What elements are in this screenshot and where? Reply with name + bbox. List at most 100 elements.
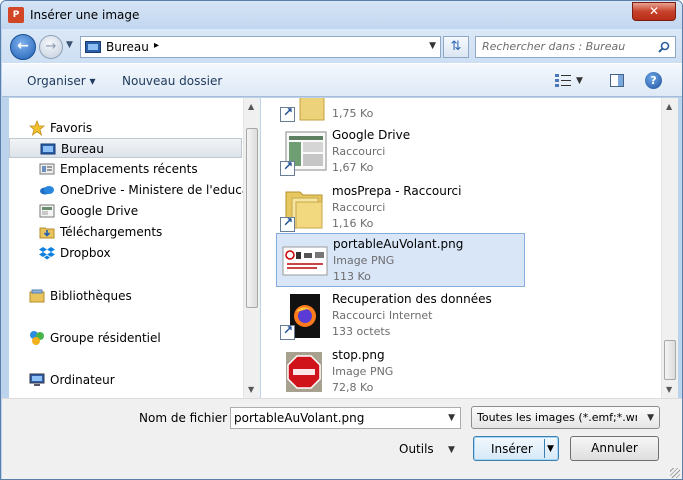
forward-button[interactable]: → — [39, 35, 63, 59]
nav-item-label: OneDrive - Ministere de l'education — [60, 183, 260, 197]
file-size: 1,16 Ko — [332, 217, 374, 230]
shortcut-arrow-icon — [280, 105, 295, 122]
scroll-down-arrow-icon[interactable]: ▼ — [248, 385, 254, 394]
file-type: Image PNG — [333, 254, 395, 267]
file-item[interactable]: Google Drive Raccourci 1,67 Ko — [276, 125, 525, 179]
computer-icon — [29, 373, 45, 386]
search-icon[interactable] — [658, 41, 670, 53]
file-size: 72,8 Ko — [332, 381, 374, 394]
nav-computer-label: Ordinateur — [50, 373, 115, 387]
nav-item-dropbox[interactable]: Dropbox — [9, 243, 242, 263]
google-drive-icon — [39, 204, 55, 218]
title-bar: P Insérer une image ✕ — [1, 1, 682, 29]
file-item[interactable]: Recuperation des données Raccourci Inter… — [276, 289, 525, 343]
file-size: 1,67 Ko — [332, 161, 374, 174]
search-input[interactable] — [482, 40, 652, 53]
address-bar[interactable]: Bureau ▸ ▼ — [80, 36, 441, 58]
scrollbar-thumb[interactable] — [664, 340, 676, 380]
nav-item-downloads[interactable]: Téléchargements — [9, 222, 242, 242]
file-list-scrollbar[interactable]: ▲ ▼ — [661, 98, 678, 398]
file-name: mosPrepa - Raccourci — [332, 184, 462, 198]
navigation-pane: Favoris Bureau Emplacements récents OneD… — [9, 98, 260, 398]
insert-options-dropdown-icon[interactable]: ▼ — [547, 444, 554, 454]
insert-image-dialog: P Insérer une image ✕ ← → ▼ Bureau ▸ ▼ ⇅… — [0, 0, 683, 480]
nav-libraries[interactable]: Bibliothèques — [9, 286, 242, 306]
back-button[interactable]: ← — [10, 34, 36, 60]
chevron-down-icon: ▼ — [647, 413, 654, 423]
scroll-down-arrow-icon[interactable]: ▼ — [666, 385, 672, 394]
file-size: 133 octets — [332, 325, 391, 338]
homegroup-icon — [30, 331, 44, 345]
file-item[interactable]: 1,75 Ko — [276, 98, 525, 125]
shortcut-arrow-icon — [280, 323, 295, 340]
scroll-up-arrow-icon[interactable]: ▲ — [248, 102, 254, 111]
close-button[interactable]: ✕ — [632, 2, 676, 21]
insert-button-label: Insérer — [491, 442, 533, 456]
file-list: 1,75 Ko Google Drive Raccourci 1,67 Ko m… — [261, 98, 661, 398]
file-type-filter-select[interactable]: Toutes les images (*.emf;*.wmf ▼ — [471, 406, 660, 429]
nav-item-label: Téléchargements — [60, 225, 163, 239]
help-icon[interactable]: ? — [645, 72, 662, 89]
new-folder-button[interactable]: Nouveau dossier — [122, 74, 222, 88]
file-name: Recuperation des données — [332, 292, 492, 306]
address-location[interactable]: Bureau — [106, 40, 149, 54]
command-toolbar: Organiser ▾ Nouveau dossier ▼ ? — [2, 63, 682, 97]
file-name: portableAuVolant.png — [333, 237, 464, 251]
file-item-selected[interactable]: portableAuVolant.png Image PNG 113 Ko — [276, 233, 525, 287]
file-type-filter-value: Toutes les images (*.emf;*.wmf — [477, 411, 637, 424]
nav-favorites-label: Favoris — [50, 121, 93, 135]
insert-button[interactable]: Insérer ▼ — [473, 436, 559, 461]
nav-item-desktop[interactable]: Bureau — [9, 138, 242, 158]
nav-favorites[interactable]: Favoris — [9, 118, 242, 138]
window-title: Insérer une image — [30, 8, 140, 22]
file-type: Raccourci Internet — [332, 309, 433, 322]
address-dropdown-icon[interactable]: ▼ — [429, 41, 436, 51]
libraries-icon — [29, 289, 45, 303]
file-type: Raccourci — [332, 145, 386, 158]
shortcut-arrow-icon — [280, 215, 295, 232]
file-name: stop.png — [332, 348, 385, 362]
nav-item-label: Emplacements récents — [60, 162, 198, 176]
onedrive-icon — [40, 186, 54, 195]
nav-homegroup[interactable]: Groupe résidentiel — [9, 328, 242, 348]
search-box[interactable] — [475, 36, 676, 58]
nav-homegroup-label: Groupe résidentiel — [50, 331, 161, 345]
shortcut-arrow-icon — [280, 159, 295, 176]
change-view-icon[interactable] — [555, 73, 571, 87]
nav-item-onedrive[interactable]: OneDrive - Ministere de l'education — [9, 180, 259, 200]
star-icon — [29, 120, 45, 136]
cancel-button[interactable]: Annuler — [570, 436, 659, 461]
recent-places-icon — [39, 163, 55, 175]
nav-item-label: Dropbox — [60, 246, 111, 260]
file-item[interactable]: stop.png Image PNG 72,8 Ko — [276, 345, 525, 398]
filename-combobox[interactable]: ▼ — [230, 407, 461, 429]
nav-pane-scrollbar[interactable]: ▲ ▼ — [243, 98, 260, 398]
split-divider — [544, 439, 545, 458]
nav-computer[interactable]: Ordinateur — [9, 370, 242, 390]
tools-dropdown-icon[interactable]: ▼ — [448, 445, 455, 455]
file-item[interactable]: mosPrepa - Raccourci Raccourci 1,16 Ko — [276, 181, 525, 235]
stop-sign-image-thumbnail — [286, 352, 322, 392]
filename-input[interactable] — [234, 411, 434, 425]
scrollbar-thumb[interactable] — [246, 128, 258, 308]
nav-item-google-drive[interactable]: Google Drive — [9, 201, 242, 221]
address-row: ← → ▼ Bureau ▸ ▼ ⇅ — [2, 29, 682, 63]
downloads-icon — [39, 227, 55, 239]
preview-pane-icon[interactable] — [610, 74, 624, 87]
tools-button[interactable]: Outils — [399, 442, 434, 456]
desktop-icon — [40, 143, 56, 155]
file-type: Raccourci — [332, 201, 386, 214]
refresh-button[interactable]: ⇅ — [443, 36, 469, 58]
nav-item-recent-places[interactable]: Emplacements récents — [9, 159, 242, 179]
organise-button[interactable]: Organiser ▾ — [27, 74, 95, 88]
resize-grip-icon[interactable] — [670, 468, 680, 478]
dialog-footer: Nom de fichier : ▼ Toutes les images (*.… — [2, 398, 682, 479]
png-image-thumbnail — [282, 246, 328, 276]
view-options-dropdown-icon[interactable]: ▼ — [576, 76, 583, 86]
file-size: 1,75 Ko — [332, 107, 374, 120]
scroll-up-arrow-icon[interactable]: ▲ — [666, 102, 672, 111]
nav-libraries-label: Bibliothèques — [50, 289, 132, 303]
recent-locations-dropdown[interactable]: ▼ — [66, 40, 73, 50]
filename-dropdown-icon[interactable]: ▼ — [448, 413, 455, 423]
breadcrumb-chevron-icon[interactable]: ▸ — [154, 40, 159, 51]
